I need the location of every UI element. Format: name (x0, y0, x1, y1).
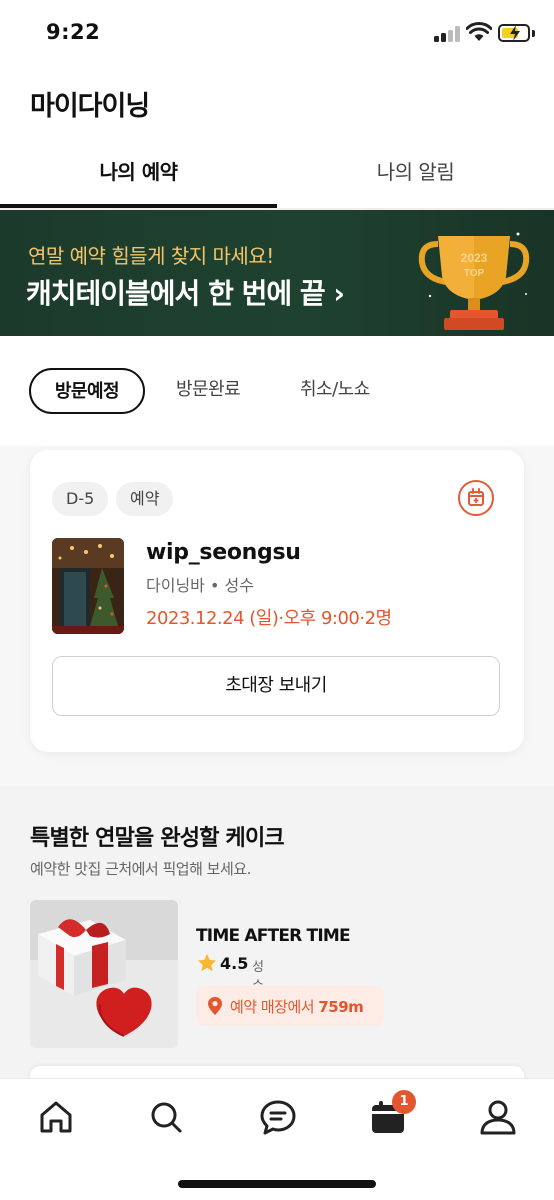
notification-badge: 1 (392, 1090, 416, 1114)
distance-value: 759m (318, 998, 364, 1016)
profile-icon[interactable] (478, 1097, 518, 1137)
promo-banner[interactable]: 연말 예약 힘들게 찾지 마세요! 캐치테이블에서 한 번에 끝 › 2023 … (0, 210, 554, 336)
star-icon (197, 953, 217, 972)
distance-chip: 예약 매장에서 759m (196, 986, 384, 1026)
search-icon[interactable] (146, 1097, 186, 1137)
reservation-datetime: 2023.12.24 (일)·오후 9:00·2명 (146, 608, 392, 629)
status-time: 9:22 (46, 20, 101, 44)
trophy-year: 2023 (461, 251, 488, 265)
reservation-card[interactable]: D-5 예약 wip_seongsu 다이닝바 • 성수 2023.12.24 … (30, 450, 524, 752)
restaurant-thumbnail[interactable] (52, 538, 124, 634)
cake-rating: 4.5 (220, 954, 249, 973)
charging-bolt-icon (510, 25, 520, 41)
chat-icon[interactable] (258, 1097, 298, 1137)
home-icon[interactable] (36, 1097, 76, 1137)
restaurant-meta: 다이닝바 • 성수 (146, 576, 254, 595)
tab-my-notifications[interactable]: 나의 알림 (277, 140, 554, 208)
battery-cap (532, 30, 535, 37)
dday-badge: D-5 (52, 482, 109, 516)
filter-upcoming[interactable]: 방문예정 (29, 368, 145, 414)
tab-my-reservations[interactable]: 나의 예약 (0, 140, 277, 208)
wifi-icon (466, 22, 492, 41)
filter-bar: 방문예정 방문완료 취소/노쇼 (0, 336, 554, 446)
trophy-label: TOP (464, 268, 485, 279)
banner-title: 캐치테이블에서 한 번에 끝 › (26, 277, 345, 310)
cake-section-title: 특별한 연말을 완성할 케이크 (30, 826, 285, 851)
filter-cancelled[interactable]: 취소/노쇼 (300, 368, 370, 414)
trophy-icon: 2023 TOP (418, 232, 530, 330)
cake-photo (30, 900, 178, 1048)
calendar-plus-icon (468, 488, 484, 506)
distance-label: 예약 매장에서 (230, 998, 315, 1016)
reservation-tabs: 나의 예약 나의 알림 (0, 140, 554, 210)
home-indicator (178, 1180, 376, 1188)
page-title: 마이다이닝 (30, 91, 150, 122)
distance-text: 예약 매장에서 759m (230, 996, 364, 1017)
cake-image[interactable] (30, 900, 178, 1048)
status-badge: 예약 (116, 482, 174, 516)
cellular-signal-icon (434, 26, 460, 42)
location-pin-icon (208, 997, 222, 1015)
cake-section-subtitle: 예약한 맛집 근처에서 픽업해 보세요. (30, 860, 251, 878)
cake-shop-name[interactable]: TIME AFTER TIME (196, 926, 351, 946)
banner-subtitle: 연말 예약 힘들게 찾지 마세요! (28, 244, 274, 268)
add-to-calendar-button[interactable] (458, 480, 494, 516)
filter-visited[interactable]: 방문완료 (176, 368, 241, 414)
status-bar: 9:22 (0, 0, 554, 66)
send-invitation-button[interactable]: 초대장 보내기 (52, 656, 500, 716)
restaurant-name[interactable]: wip_seongsu (146, 540, 301, 565)
restaurant-photo (52, 538, 124, 634)
